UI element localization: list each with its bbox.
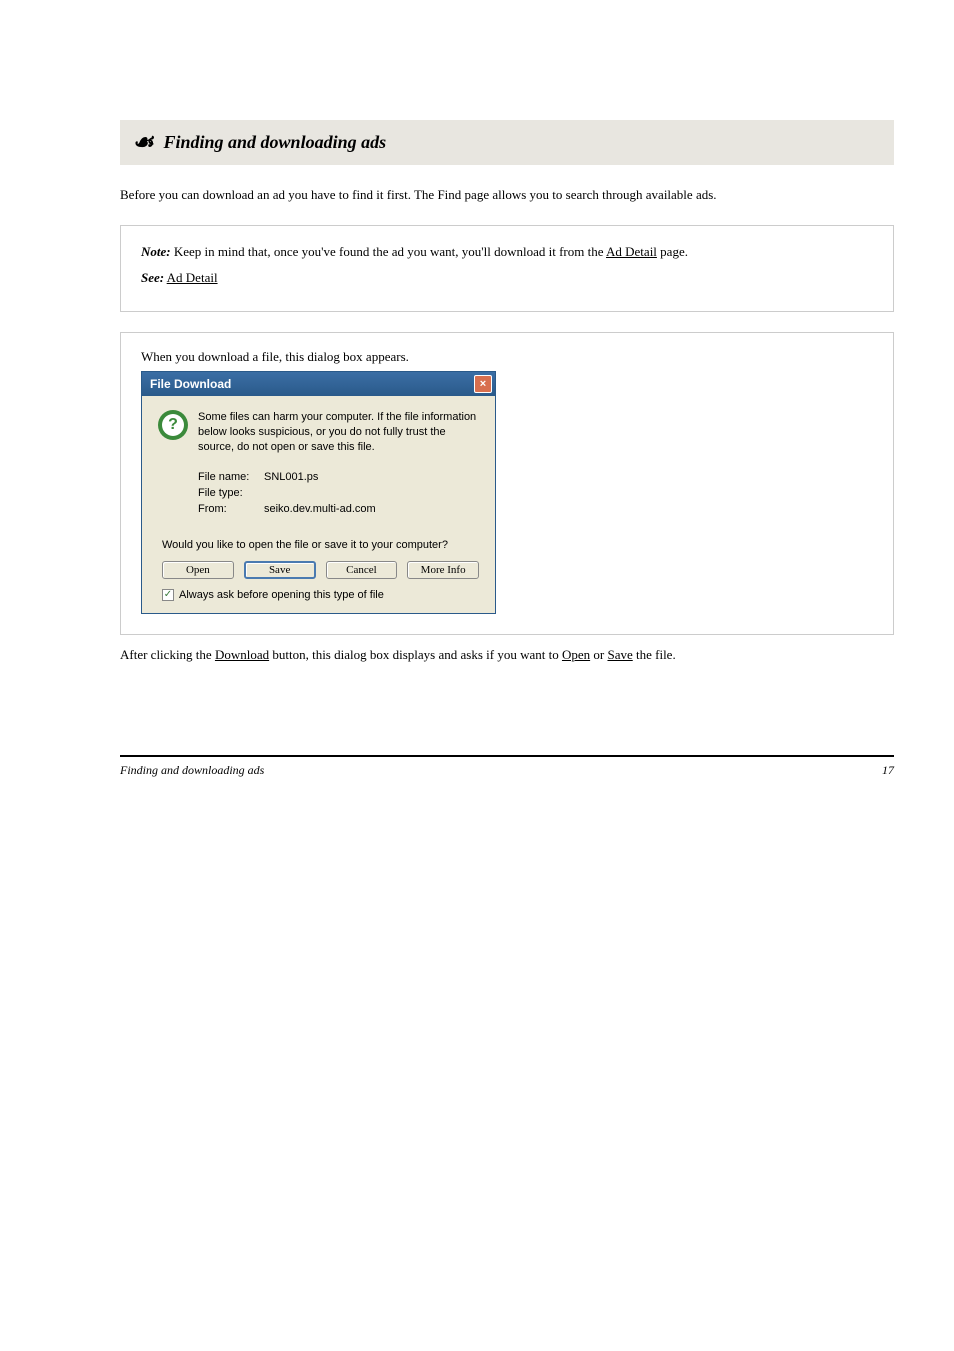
note-box: Note: Keep in mind that, once you've fou… — [120, 225, 894, 313]
download-word: Download — [215, 647, 269, 662]
question-icon: ? — [158, 410, 188, 440]
page-footer: Finding and downloading ads 17 — [120, 755, 894, 778]
see-link-ad-detail[interactable]: Ad Detail — [167, 270, 218, 285]
filename-value: SNL001.ps — [264, 471, 318, 483]
filename-label: File name: — [198, 471, 264, 483]
checkbox-label: Always ask before opening this type of f… — [179, 589, 384, 601]
from-value: seiko.dev.multi-ad.com — [264, 503, 376, 515]
dialog-title: File Download — [150, 377, 231, 391]
flourish-icon: ☙ — [132, 128, 154, 157]
dialog-titlebar: File Download × — [142, 372, 495, 396]
after-dialog-text: After clicking the Download button, this… — [120, 645, 894, 666]
dialog-figure: When you download a file, this dialog bo… — [120, 332, 894, 635]
dialog-prompt: Would you like to open the file or save … — [162, 539, 479, 551]
from-label: From: — [198, 503, 264, 515]
filetype-label: File type: — [198, 487, 264, 499]
more-info-button[interactable]: More Info — [407, 561, 479, 579]
see-label: See: — [141, 270, 164, 285]
section-header: ☙ Finding and downloading ads — [120, 120, 894, 165]
cancel-button[interactable]: Cancel — [326, 561, 398, 579]
save-word: Save — [607, 647, 632, 662]
file-info-rows: File name: SNL001.ps File type: From: se… — [198, 471, 479, 515]
close-button[interactable]: × — [474, 375, 492, 393]
note-link-ad-detail: Ad Detail — [606, 244, 657, 259]
checkbox-icon[interactable]: ✓ — [162, 589, 174, 601]
note-text-a: Keep in mind that, once you've found the… — [174, 244, 606, 259]
dialog-button-row: Open Save Cancel More Info — [162, 561, 479, 579]
file-download-dialog: File Download × ? Some files can harm yo… — [141, 371, 496, 614]
page-number: 17 — [882, 763, 894, 778]
save-button[interactable]: Save — [244, 561, 316, 579]
warning-text: Some files can harm your computer. If th… — [198, 410, 479, 455]
always-ask-checkbox-row[interactable]: ✓ Always ask before opening this type of… — [162, 589, 479, 601]
open-word: Open — [562, 647, 590, 662]
open-button[interactable]: Open — [162, 561, 234, 579]
note-text-c: page. — [657, 244, 688, 259]
dialog-caption: When you download a file, this dialog bo… — [141, 349, 873, 365]
intro-text: Before you can download an ad you have t… — [120, 185, 894, 205]
footer-left: Finding and downloading ads — [120, 763, 264, 778]
note-label: Note: — [141, 244, 171, 259]
section-title: Finding and downloading ads — [164, 132, 387, 153]
